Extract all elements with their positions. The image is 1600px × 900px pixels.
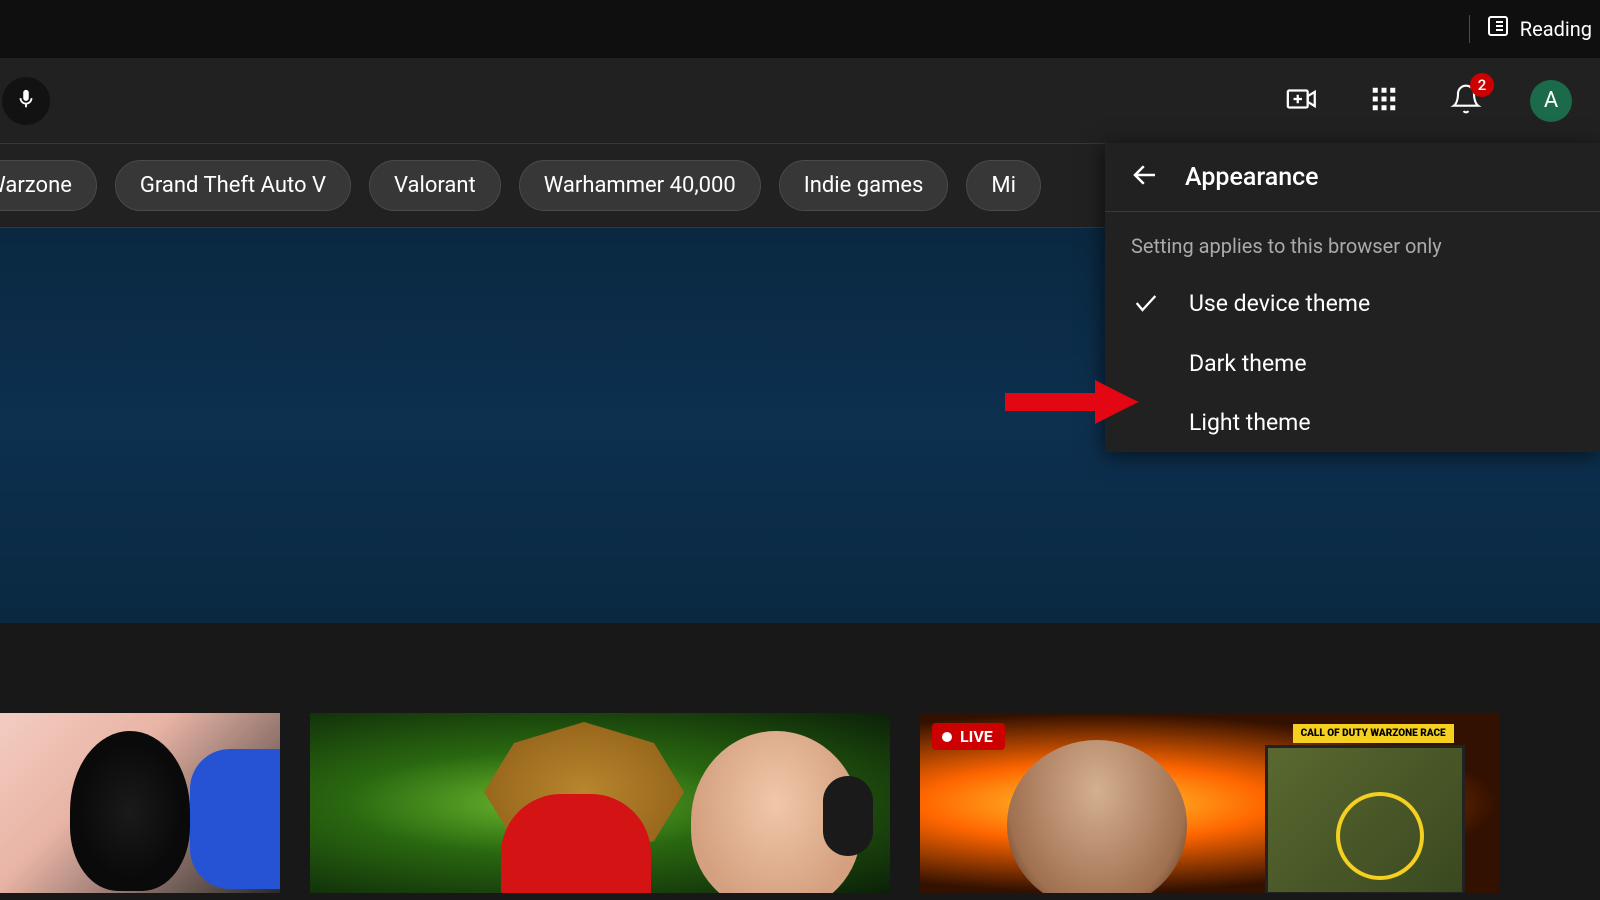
menu-back-button[interactable] [1129,161,1161,193]
browser-top-bar: Reading [0,0,1600,58]
menu-item-dark-theme[interactable]: Dark theme [1105,334,1600,393]
thumb-game-title: CALL OF DUTY WARZONE RACE [1293,724,1454,743]
app-header: 2 A [0,58,1600,143]
chip-warzone[interactable]: y: Warzone [0,160,97,211]
menu-item-device-theme[interactable]: Use device theme [1105,272,1600,334]
thumb-decor-map [1265,745,1465,893]
apps-button[interactable] [1366,83,1402,119]
reading-label: Reading [1520,17,1592,41]
menu-header: Appearance [1105,143,1600,212]
video-thumbnails-row: LIVE CALL OF DUTY WARZONE RACE [0,623,1600,900]
menu-item-label: Use device theme [1189,290,1370,317]
arrow-left-icon [1130,160,1160,194]
avatar[interactable]: A [1530,80,1572,122]
header-left [0,77,50,125]
microphone-icon [15,88,37,114]
thumb-decor-red [501,794,651,893]
browser-divider [1469,15,1470,43]
menu-item-light-theme[interactable]: Light theme [1105,393,1600,452]
reading-mode-button[interactable]: Reading [1486,14,1592,43]
video-thumbnail-1[interactable] [0,713,280,893]
video-thumbnail-3[interactable]: LIVE CALL OF DUTY WARZONE RACE [920,713,1500,893]
menu-title: Appearance [1185,163,1319,192]
menu-item-label: Dark theme [1189,350,1307,377]
chip-gta-v[interactable]: Grand Theft Auto V [115,160,351,211]
notification-badge: 2 [1470,73,1494,97]
reading-list-icon [1486,14,1510,43]
video-thumbnail-2[interactable] [310,713,890,893]
chip-valorant[interactable]: Valorant [369,160,501,211]
header-right: 2 A [1284,80,1572,122]
notifications-button[interactable]: 2 [1448,83,1484,119]
avatar-initial: A [1544,88,1558,113]
thumb-decor-headset [823,776,873,856]
chip-minecraft[interactable]: Mi [966,160,1041,211]
menu-hint: Setting applies to this browser only [1105,212,1600,272]
appearance-menu: Appearance Setting applies to this brows… [1105,143,1600,452]
chip-warhammer[interactable]: Warhammer 40,000 [519,160,761,211]
apps-grid-icon [1369,84,1399,118]
thumb-decor-head [1007,740,1187,893]
menu-item-label: Light theme [1189,409,1311,436]
chip-indie-games[interactable]: Indie games [779,160,949,211]
create-video-icon [1285,82,1319,120]
check-icon [1131,288,1161,318]
voice-search-button[interactable] [2,77,50,125]
create-button[interactable] [1284,83,1320,119]
live-badge: LIVE [932,723,1005,750]
